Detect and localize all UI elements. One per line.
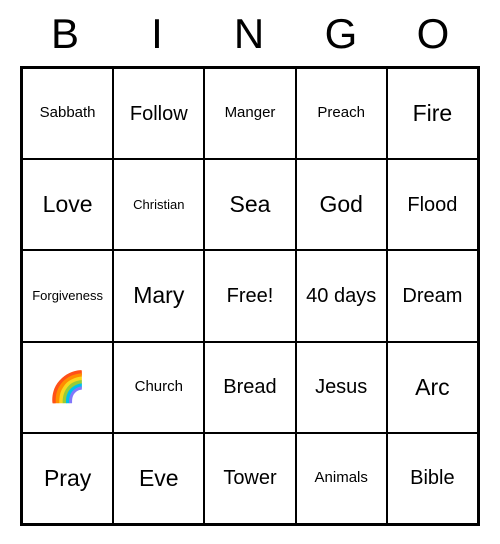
header-letter-n: N — [204, 10, 296, 58]
bingo-cell[interactable]: Animals — [296, 433, 387, 524]
bingo-cell[interactable]: Fire — [387, 68, 478, 159]
bingo-grid: Sabbath Follow Manger Preach Fire Love C… — [20, 66, 480, 526]
bingo-cell[interactable]: Mary — [113, 250, 204, 341]
bingo-cell[interactable]: 🌈 — [22, 342, 113, 433]
bingo-cell[interactable]: Eve — [113, 433, 204, 524]
bingo-cell[interactable]: Christian — [113, 159, 204, 250]
header-letter-o: O — [388, 10, 480, 58]
bingo-cell[interactable]: Jesus — [296, 342, 387, 433]
bingo-cell[interactable]: Church — [113, 342, 204, 433]
bingo-cell[interactable]: Flood — [387, 159, 478, 250]
bingo-cell[interactable]: Love — [22, 159, 113, 250]
bingo-cell[interactable]: Dream — [387, 250, 478, 341]
bingo-cell[interactable]: Manger — [204, 68, 295, 159]
bingo-cell[interactable]: Sabbath — [22, 68, 113, 159]
bingo-cell[interactable]: Arc — [387, 342, 478, 433]
bingo-free-cell[interactable]: Free! — [204, 250, 295, 341]
bingo-cell[interactable]: Sea — [204, 159, 295, 250]
bingo-cell[interactable]: Follow — [113, 68, 204, 159]
header-letter-g: G — [296, 10, 388, 58]
bingo-cell[interactable]: Bread — [204, 342, 295, 433]
bingo-cell[interactable]: Tower — [204, 433, 295, 524]
header-letter-b: B — [20, 10, 112, 58]
header-letter-i: I — [112, 10, 204, 58]
bingo-cell[interactable]: God — [296, 159, 387, 250]
rainbow-icon: 🌈 — [49, 371, 86, 404]
bingo-cell[interactable]: 40 days — [296, 250, 387, 341]
bingo-cell[interactable]: Preach — [296, 68, 387, 159]
bingo-cell[interactable]: Pray — [22, 433, 113, 524]
bingo-header: B I N G O — [20, 10, 480, 58]
bingo-cell[interactable]: Forgiveness — [22, 250, 113, 341]
bingo-cell[interactable]: Bible — [387, 433, 478, 524]
